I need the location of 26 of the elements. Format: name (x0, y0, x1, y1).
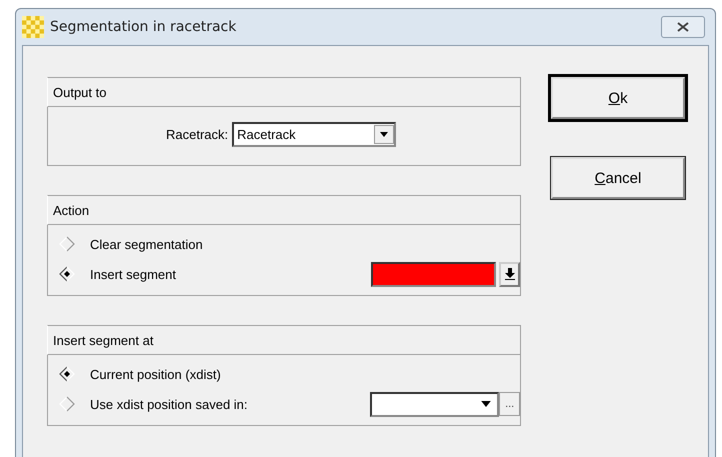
caret-icon (481, 401, 492, 407)
down-arrow-icon (504, 268, 515, 280)
radio-label[interactable]: Clear segmentation (90, 236, 390, 252)
group-title: Action (53, 202, 90, 218)
radio-button[interactable] (58, 395, 76, 413)
color-dropdown-button[interactable] (499, 262, 520, 286)
radio-label[interactable]: Insert segment (90, 266, 371, 282)
window-title: Segmentation in racetrack (50, 19, 238, 35)
radio-label[interactable]: Use xdist position saved in: (90, 396, 370, 412)
dialog-button[interactable]: Cancel (551, 157, 685, 199)
checkered-flag-icon (22, 16, 44, 38)
dialog-button[interactable]: Ok (551, 77, 685, 119)
close-button[interactable] (661, 16, 705, 38)
close-icon (677, 22, 689, 32)
position-dropdown[interactable] (370, 392, 500, 416)
racetrack-label: Racetrack: (166, 126, 228, 142)
racetrack-dropdown[interactable]: Racetrack (232, 122, 396, 146)
radio-button[interactable] (58, 265, 76, 283)
group-title: Insert segment at (53, 332, 154, 348)
color-swatch[interactable] (370, 262, 496, 286)
browse-button[interactable]: ... (499, 392, 520, 416)
caret-icon (380, 132, 388, 136)
radio-button[interactable] (58, 365, 76, 383)
group-title: Output to (53, 84, 106, 100)
radio-button[interactable] (58, 235, 76, 253)
radio-label[interactable]: Current position (xdist) (90, 366, 390, 382)
